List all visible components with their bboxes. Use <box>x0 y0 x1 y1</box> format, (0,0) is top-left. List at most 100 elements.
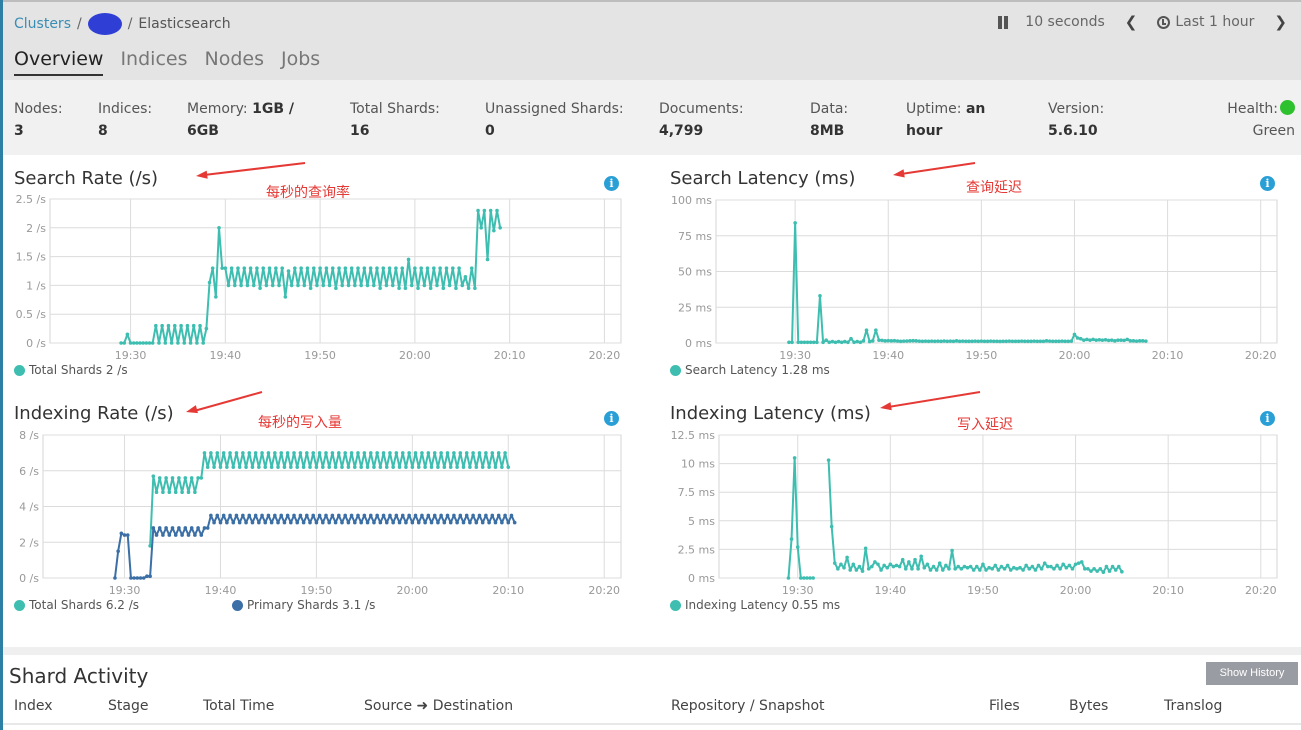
column-header-stage[interactable]: Stage <box>108 698 148 714</box>
tab-overview[interactable]: Overview <box>14 48 104 76</box>
legend-name: Search Latency <box>685 363 778 377</box>
info-icon[interactable]: i <box>604 411 619 426</box>
data-point <box>845 555 849 560</box>
data-point <box>349 513 354 518</box>
annotation-label: 查询延迟 <box>966 180 1022 196</box>
data-point <box>484 451 488 455</box>
annotation-arrowhead <box>196 170 208 179</box>
data-point <box>302 283 307 288</box>
data-point <box>346 520 351 525</box>
info-icon[interactable]: i <box>604 176 619 191</box>
data-point <box>311 451 316 455</box>
time-range-picker[interactable]: Last 1 hour <box>1157 14 1254 30</box>
data-point <box>337 266 341 270</box>
data-point <box>210 266 215 270</box>
data-point <box>407 451 411 455</box>
annotation-arrowhead <box>880 402 892 411</box>
y-tick-label: 2 /s <box>26 222 46 235</box>
data-point <box>1029 339 1033 344</box>
data-point <box>279 451 284 455</box>
column-header-repository-snapshot[interactable]: Repository / Snapshot <box>671 698 825 714</box>
refresh-interval-button[interactable]: 10 seconds <box>1025 14 1105 30</box>
data-point <box>247 513 252 518</box>
data-point <box>250 520 255 525</box>
column-header-total-time[interactable]: Total Time <box>203 698 274 714</box>
data-point <box>450 266 455 270</box>
data-point <box>960 339 965 343</box>
data-point <box>397 520 402 525</box>
breadcrumb-clusters-link[interactable]: Clusters <box>14 16 71 32</box>
data-point <box>1015 567 1019 571</box>
data-point <box>244 465 248 469</box>
stat-label: Data: <box>810 101 849 117</box>
column-header-translog[interactable]: Translog <box>1164 698 1222 714</box>
data-point <box>1103 338 1108 342</box>
data-point <box>870 339 875 343</box>
data-point <box>426 451 431 455</box>
data-point <box>362 266 367 270</box>
data-point <box>458 513 463 518</box>
data-point <box>839 562 843 567</box>
data-point <box>183 476 188 480</box>
data-point <box>1058 567 1062 571</box>
data-point <box>506 520 511 525</box>
data-point <box>356 513 360 518</box>
data-point <box>209 451 213 455</box>
column-header-bytes[interactable]: Bytes <box>1069 698 1108 714</box>
annotation-arrowhead <box>893 169 905 178</box>
tab-jobs[interactable]: Jobs <box>281 48 320 76</box>
data-point <box>962 564 967 569</box>
stat-value: hour <box>906 123 943 139</box>
data-point <box>971 568 976 572</box>
data-point <box>189 476 194 480</box>
chevron-right-icon[interactable]: ❯ <box>1274 13 1287 31</box>
legend-item[interactable]: Primary Shards 3.1 /s <box>232 598 375 612</box>
data-point <box>898 339 903 344</box>
data-point <box>860 569 865 573</box>
legend-item[interactable]: Indexing Latency 0.55 ms <box>670 598 840 612</box>
data-point <box>266 513 271 518</box>
tab-nodes[interactable]: Nodes <box>204 48 264 76</box>
y-tick-label: 7.5 ms <box>678 486 716 499</box>
data-point <box>795 545 800 549</box>
legend-item[interactable]: Search Latency 1.28 ms <box>670 363 830 377</box>
data-point <box>870 564 874 569</box>
data-point <box>1075 336 1080 340</box>
info-icon[interactable]: i <box>1260 411 1275 426</box>
legend-item[interactable]: Total Shards 6.2 /s <box>14 598 139 612</box>
column-header-index[interactable]: Index <box>14 698 53 714</box>
data-point <box>270 283 275 288</box>
data-point <box>280 266 284 270</box>
data-point <box>279 513 284 518</box>
show-history-button[interactable]: Show History <box>1206 662 1298 685</box>
column-header-source-destination[interactable]: Source ➜ Destination <box>364 698 513 714</box>
data-point <box>490 451 495 455</box>
data-point <box>403 286 408 291</box>
data-point <box>492 228 496 233</box>
data-point <box>854 568 859 572</box>
data-point <box>976 339 981 344</box>
chevron-left-icon[interactable]: ❮ <box>1125 13 1138 31</box>
info-icon[interactable]: i <box>1260 176 1275 191</box>
column-header-files[interactable]: Files <box>989 698 1020 714</box>
pause-icon <box>997 15 1009 29</box>
legend-item[interactable]: Total Shards 2 /s <box>14 363 128 377</box>
data-point <box>799 340 804 345</box>
data-point <box>225 465 229 469</box>
pause-button[interactable] <box>997 15 1009 29</box>
data-point <box>416 520 421 525</box>
data-point <box>1097 338 1102 342</box>
chart-title: Search Latency (ms) <box>670 168 856 189</box>
data-point <box>466 286 471 291</box>
data-point <box>1144 339 1148 343</box>
data-point <box>852 340 856 345</box>
data-point <box>1110 564 1115 569</box>
data-point <box>833 340 838 345</box>
redacted-cluster-name[interactable] <box>87 13 122 35</box>
data-point <box>241 513 245 518</box>
data-point <box>1125 337 1130 342</box>
data-point <box>375 513 379 518</box>
data-point <box>495 208 499 213</box>
tab-indices[interactable]: Indices <box>120 48 187 76</box>
data-point <box>164 476 168 480</box>
